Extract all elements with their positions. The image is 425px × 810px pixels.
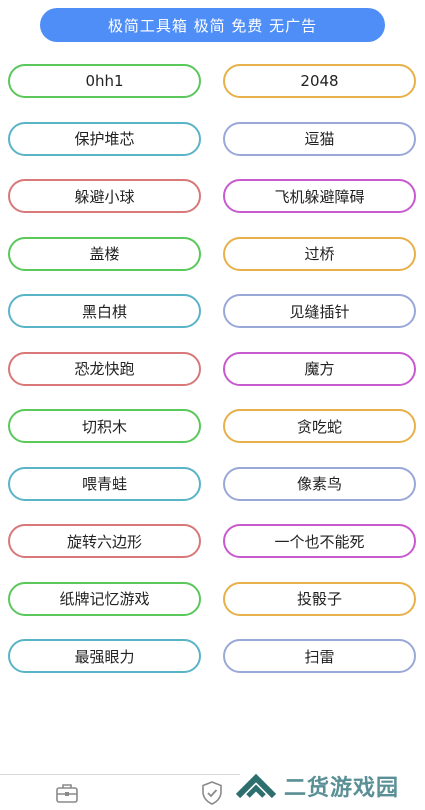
game-button[interactable]: 过桥 (223, 236, 416, 271)
site-watermark: 二货游戏园 (234, 766, 425, 806)
game-button[interactable]: 喂青蛙 (8, 466, 201, 501)
watermark-logo-icon (235, 773, 277, 799)
game-button[interactable]: 贪吃蛇 (223, 409, 416, 443)
game-button[interactable]: 躲避小球 (8, 179, 201, 213)
game-button[interactable]: 纸牌记忆游戏 (8, 581, 201, 616)
game-button[interactable]: 恐龙快跑 (8, 351, 201, 386)
game-button[interactable]: 见缝插针 (223, 294, 416, 328)
game-button[interactable]: 黑白棋 (8, 294, 201, 328)
header-banner: 极简工具箱 极简 免费 无广告 (40, 8, 385, 42)
game-button[interactable]: 飞机躲避障碍 (223, 179, 416, 213)
game-button[interactable]: 逗猫 (223, 121, 416, 156)
game-button[interactable]: 2048 (223, 64, 416, 98)
game-button[interactable]: 扫雷 (223, 639, 416, 673)
watermark-text: 二货游戏园 (284, 776, 400, 801)
game-button[interactable]: 保护堆芯 (8, 121, 201, 156)
toolbox-icon[interactable] (55, 782, 79, 804)
game-button[interactable]: 切积木 (8, 409, 201, 443)
game-button[interactable]: 最强眼力 (8, 639, 201, 673)
bottom-nav-divider (0, 774, 240, 775)
game-button[interactable]: 旋转六边形 (8, 524, 201, 558)
game-button[interactable]: 像素鸟 (223, 466, 416, 501)
game-grid: 0hh1 2048 保护堆芯 逗猫 躲避小球 飞机躲避障碍 盖楼 过桥 黑白棋 见缝插针 恐龙快跑魔… (8, 64, 418, 673)
shield-check-icon[interactable] (200, 780, 224, 806)
game-button[interactable]: 0hh1 (8, 64, 201, 98)
game-button[interactable]: 盖楼 (8, 236, 201, 271)
game-button[interactable]: 魔方 (223, 351, 416, 386)
app-screen: 极简工具箱 极简 免费 无广告 0hh1 2048 保护堆芯 逗猫 躲避小球 飞机躲避障碍… (0, 0, 425, 810)
game-button[interactable]: 投骰子 (223, 581, 416, 616)
game-button[interactable]: 一个也不能死 (223, 524, 416, 558)
